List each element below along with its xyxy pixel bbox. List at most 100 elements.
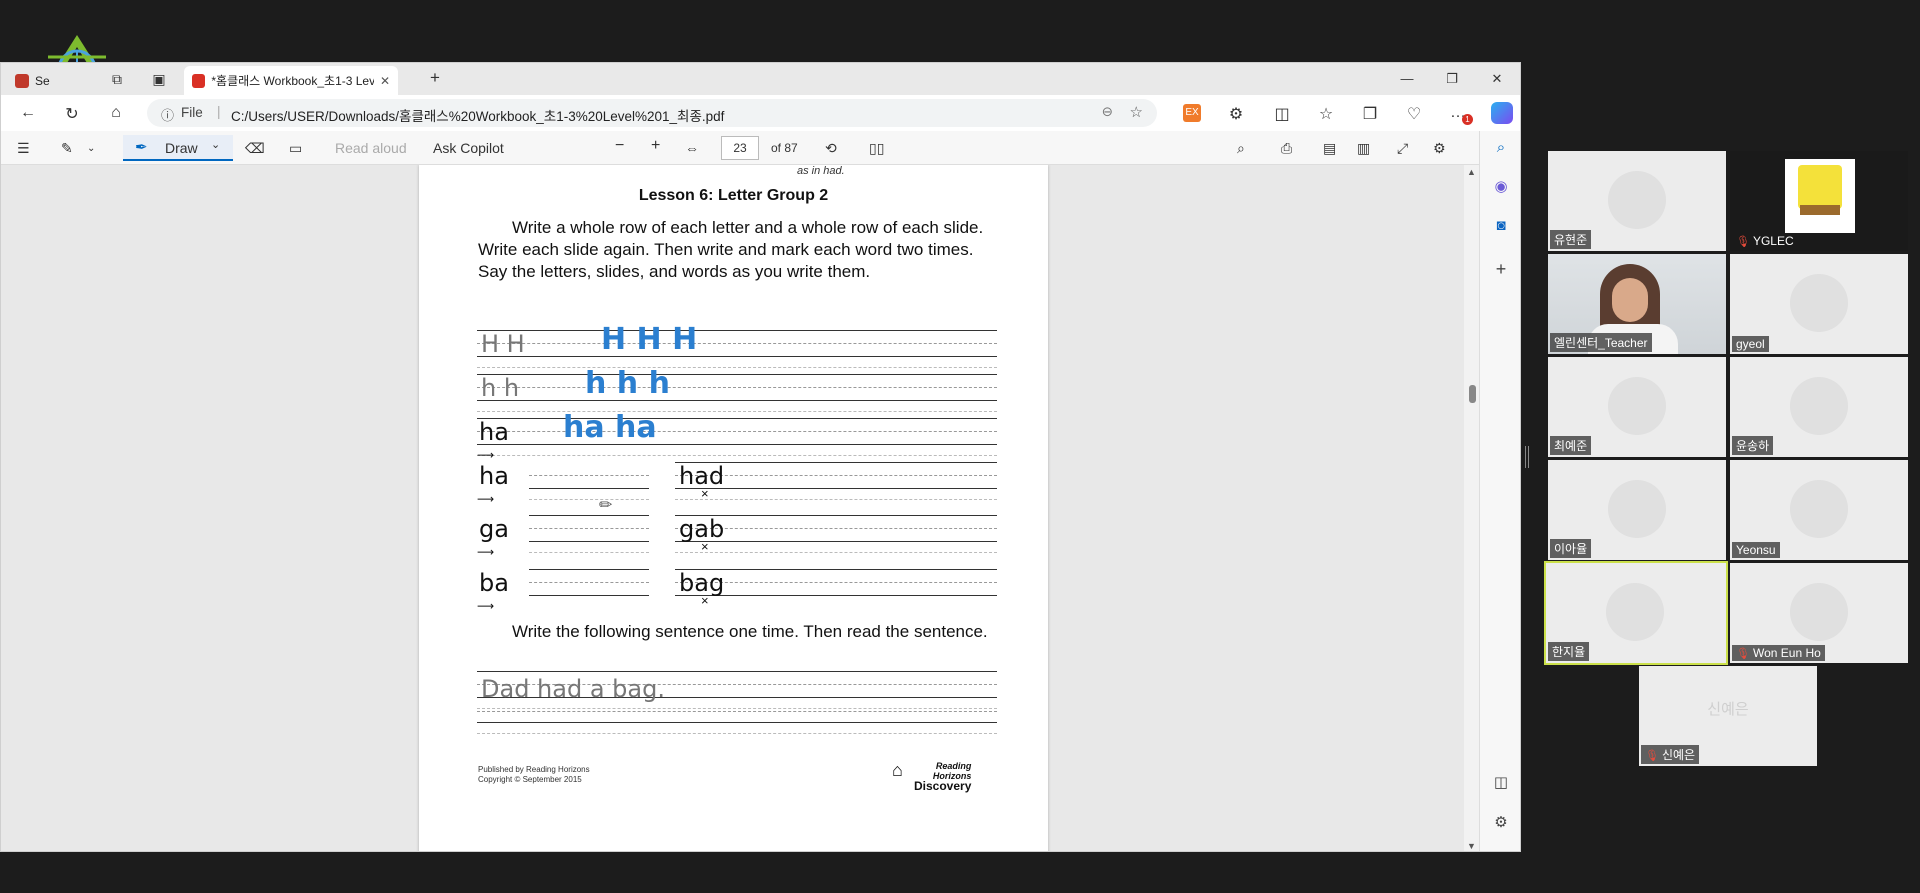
scroll-down-icon[interactable]: ▼ — [1467, 841, 1476, 851]
draw-button[interactable]: ✒ Draw ⌄ — [123, 135, 233, 161]
rotate-icon[interactable]: ⟲ — [825, 140, 837, 157]
settings-icon[interactable]: ⚙ — [1433, 140, 1446, 157]
page-view-icon[interactable]: ▯▯ — [869, 140, 884, 157]
video-feed — [1608, 480, 1666, 538]
draw-chevron-icon: ⌄ — [211, 139, 221, 151]
participant-name: Won Eun Ho — [1752, 646, 1821, 660]
contents-icon[interactable]: ☰ — [17, 140, 30, 157]
video-feed — [1608, 377, 1666, 435]
participant-tile[interactable]: Yeonsu — [1730, 460, 1908, 560]
vertical-scrollbar[interactable]: ▲ ▼ — [1464, 165, 1480, 851]
save-as-icon[interactable]: ▥ — [1357, 140, 1370, 157]
participant-tile[interactable]: 🎙 Won Eun Ho — [1730, 563, 1908, 663]
model-slide: ha — [479, 462, 509, 490]
mic-muted-icon: 🎙 — [1645, 750, 1659, 762]
page-number-input[interactable]: 23 — [721, 136, 759, 160]
pdf-page: as in had. Lesson 6: Letter Group 2 Writ… — [419, 165, 1048, 851]
scroll-up-icon[interactable]: ▲ — [1467, 167, 1476, 177]
fit-width-icon[interactable]: ⇔ — [685, 140, 699, 156]
model-slide: ha — [479, 418, 509, 446]
find-icon[interactable]: ⌕ — [1237, 140, 1245, 157]
copilot-icon[interactable] — [1491, 102, 1513, 124]
close-tab-icon[interactable]: ✕ — [380, 74, 390, 88]
pen-cursor-icon: ✏ — [599, 497, 613, 514]
hide-sidebar-icon[interactable]: ◫ — [1492, 773, 1510, 791]
participant-tile[interactable]: 이아율 — [1548, 460, 1726, 560]
read-aloud-button[interactable]: Read aloud — [335, 140, 407, 156]
info-icon[interactable]: ⓘ — [161, 105, 174, 124]
participant-name-wrap: 🎙 신예은 — [1641, 745, 1700, 764]
participant-tile[interactable]: 엘린센터_Teacher — [1548, 254, 1726, 354]
video-feed-face — [1612, 278, 1648, 322]
tab-other[interactable]: Se — [7, 66, 58, 95]
slide-arrow-icon: ⟶ — [477, 448, 495, 462]
mic-muted-icon: 🎙 — [1736, 236, 1750, 248]
search-icon[interactable]: ⌕ — [1492, 139, 1510, 156]
participant-tile[interactable]: 유현준 — [1548, 151, 1726, 251]
extensions-icon[interactable]: ⚙ — [1227, 104, 1245, 124]
zoom-in-button[interactable]: + — [651, 137, 660, 155]
highlight-icon[interactable]: ✎ — [61, 140, 73, 157]
minimize-button[interactable]: — — [1399, 71, 1415, 86]
split-screen-icon[interactable]: ◫ — [1273, 104, 1291, 124]
collections-icon[interactable]: ❐ — [1361, 104, 1379, 124]
tab-pdf[interactable]: *홈클래스 Workbook_초1-3 Leve ✕ — [184, 66, 398, 95]
participant-name: gyeol — [1732, 336, 1769, 352]
url-text: C:/Users/USER/Downloads/홈클래스%20Workbook_… — [231, 109, 725, 124]
workspaces-icon[interactable]: ⧉ — [109, 71, 125, 88]
fullscreen-icon[interactable]: ⤢ — [1397, 140, 1408, 157]
eraser-icon[interactable]: ⌫ — [245, 140, 265, 157]
mark-x-icon: × — [701, 539, 709, 554]
extension-ex-icon[interactable]: EX — [1183, 104, 1201, 122]
highlight-chevron-icon[interactable]: ⌄ — [87, 143, 95, 154]
slide-arrow-icon: ⟶ — [477, 545, 495, 559]
draw-pen-icon: ✒ — [135, 139, 148, 156]
outlook-icon[interactable]: ◙ — [1492, 217, 1510, 234]
panel-splitter[interactable] — [1525, 446, 1529, 468]
refresh-icon[interactable]: ↻ — [63, 104, 81, 124]
home-icon[interactable]: ⌂ — [107, 104, 125, 122]
participant-tile-active-speaker[interactable]: 한지율 — [1544, 561, 1728, 665]
scroll-thumb[interactable] — [1469, 385, 1476, 403]
participant-tile[interactable]: 🎙 YGLEC — [1730, 151, 1908, 251]
house-logo-icon: ⌂ — [892, 760, 903, 780]
zoom-out-button[interactable]: − — [615, 137, 624, 155]
participant-tile[interactable]: 신예은 🎙 신예은 — [1639, 666, 1817, 766]
instruction-text: Write a whole row of each letter and a w… — [478, 218, 984, 281]
tab-label: *홈클래스 Workbook_초1-3 Leve — [211, 74, 374, 88]
writing-row-5: ga ⟶ gab × — [477, 515, 997, 559]
copilot-sidebar-icon[interactable]: ◉ — [1492, 177, 1510, 195]
url-input[interactable]: ⓘ File | C:/Users/USER/Downloads/홈클래스%20… — [147, 99, 1157, 127]
new-tab-icon[interactable]: + — [427, 68, 443, 88]
mic-muted-icon: 🎙 — [1736, 648, 1750, 660]
favorites-icon[interactable]: ☆ — [1317, 104, 1335, 124]
favorite-star-icon[interactable]: ☆ — [1130, 103, 1143, 121]
participant-tile[interactable]: 최예준 — [1548, 357, 1726, 457]
video-feed — [1608, 171, 1666, 229]
save-icon[interactable]: ▤ — [1323, 140, 1336, 157]
restore-button[interactable]: ❐ — [1444, 71, 1460, 87]
video-feed — [1790, 274, 1848, 332]
participant-tile[interactable]: 윤송하 — [1730, 357, 1908, 457]
browser-essentials-icon[interactable]: ♡ — [1405, 104, 1423, 124]
zoom-out-icon[interactable]: ⊖ — [1102, 104, 1113, 120]
sidebar-settings-icon[interactable]: ⚙ — [1492, 813, 1510, 831]
add-sidebar-icon[interactable]: + — [1492, 259, 1510, 280]
page-top-fragment: as in had. — [797, 165, 845, 177]
participant-name: 신예은 — [1661, 748, 1696, 762]
close-window-button[interactable]: ✕ — [1489, 71, 1505, 87]
participant-name: 엘린센터_Teacher — [1550, 333, 1652, 352]
participant-tile[interactable]: gyeol — [1730, 254, 1908, 354]
edge-sidebar: ⌕ ◉ ◙ + ◫ ⚙ — [1479, 131, 1520, 851]
back-icon[interactable]: ← — [19, 104, 37, 122]
page-total: of 87 — [771, 141, 798, 155]
slide-arrow-icon: ⟶ — [477, 599, 495, 613]
print-icon[interactable]: ⎙ — [1281, 140, 1292, 157]
writing-row-1: H H H H H — [477, 322, 997, 368]
site-favicon-icon — [15, 73, 29, 88]
pdf-favicon-icon — [192, 73, 206, 88]
ask-copilot-button[interactable]: Ask Copilot — [433, 140, 504, 156]
tab-actions-icon[interactable]: ▣ — [151, 71, 167, 88]
text-box-icon[interactable]: ▭ — [289, 140, 302, 157]
participant-name: Yeonsu — [1732, 542, 1780, 558]
